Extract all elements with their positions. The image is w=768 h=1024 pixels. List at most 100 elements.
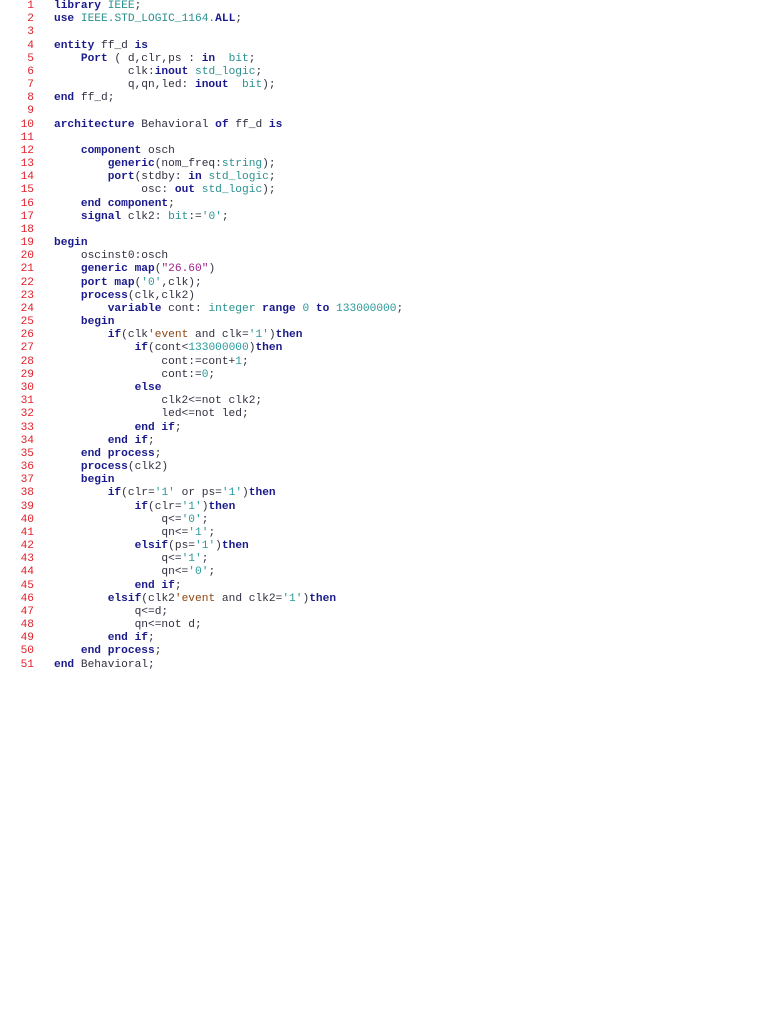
line-number: 4 xyxy=(27,39,34,52)
keyword-token: signal xyxy=(80,210,122,223)
line-source: end process; xyxy=(54,448,162,461)
code-line: 43 q<='1'; xyxy=(0,553,403,566)
code-line: 11 xyxy=(0,132,403,145)
text-token: ; xyxy=(268,171,276,184)
text-token: ; xyxy=(208,526,216,539)
line-number: 48 xyxy=(20,619,34,632)
text-token: q<= xyxy=(54,513,182,526)
text-token: ; xyxy=(396,302,404,315)
keyword-token: end process xyxy=(80,645,155,658)
text-token: (clr= xyxy=(121,487,155,500)
line-source: end component; xyxy=(54,198,175,211)
text-token: q<= xyxy=(54,553,182,566)
code-line: 9 xyxy=(0,105,403,118)
line-number: 41 xyxy=(20,526,34,539)
text-token: ; xyxy=(174,421,182,434)
code-line: 7 q,qn,led: inout bit); xyxy=(0,79,403,92)
text-token: cont:= xyxy=(54,368,202,381)
keyword-token: ALL xyxy=(215,13,236,26)
text-token: (clk2 xyxy=(141,592,175,605)
keyword-token: end component xyxy=(80,197,169,210)
literal-token: '0' xyxy=(181,513,202,526)
code-line: 2 use IEEE.STD_LOGIC_1164.ALL; xyxy=(0,13,403,26)
line-source: component osch xyxy=(54,145,175,158)
line-source: if(clk'event and clk='1')then xyxy=(54,329,303,342)
text-token: Behavioral xyxy=(134,118,216,131)
code-line: 12 component osch xyxy=(0,145,403,158)
line-source: if(clr='1' or ps='1')then xyxy=(54,487,276,500)
line-source: generic map("26.60") xyxy=(54,263,215,276)
line-source: osc: out std_logic); xyxy=(54,184,275,197)
text-token: ff_d; xyxy=(74,92,115,105)
code-line: 13 generic(nom_freq:string); xyxy=(0,158,403,171)
text-token: (clk xyxy=(121,329,149,342)
line-source: clk2<=not clk2; xyxy=(54,395,262,408)
line-number: 36 xyxy=(20,461,34,474)
code-line: 1 library IEEE; xyxy=(0,0,403,13)
text-token: ; xyxy=(221,210,229,223)
code-line: 37 begin xyxy=(0,474,403,487)
line-number: 2 xyxy=(27,13,34,26)
type-token: bit xyxy=(228,52,249,65)
literal-token: 133000000 xyxy=(336,302,397,315)
line-source: process(clk,clk2) xyxy=(54,290,195,303)
line-number: 32 xyxy=(20,408,34,421)
text-token: ; xyxy=(208,566,216,579)
text-token: ) xyxy=(215,540,222,553)
keyword-token: if xyxy=(107,329,122,342)
code-line: 39 if(clr='1')then xyxy=(0,501,403,514)
line-source: variable cont: integer range 0 to 133000… xyxy=(54,303,403,316)
text-token: (ps= xyxy=(168,540,196,553)
line-source: end if; xyxy=(54,435,155,448)
line-source: begin xyxy=(54,474,115,487)
text-token: qn<= xyxy=(54,526,189,539)
text-token: Behavioral; xyxy=(74,658,155,671)
literal-token: '1' xyxy=(188,526,209,539)
text-token: ; xyxy=(208,368,216,381)
line-number: 3 xyxy=(27,26,34,39)
literal-token: '1' xyxy=(181,500,202,513)
text-token: ; xyxy=(248,52,256,65)
line-number: 11 xyxy=(20,131,34,144)
code-line: 29 cont:=0; xyxy=(0,369,403,382)
text-token: ) xyxy=(242,487,249,500)
line-source: qn<='0'; xyxy=(54,566,215,579)
code-line: 32 led<=not led; xyxy=(0,408,403,421)
line-number: 20 xyxy=(20,250,34,263)
text-token: (clk,clk2) xyxy=(127,289,195,302)
line-number: 38 xyxy=(20,487,34,500)
text-token: ; xyxy=(148,434,155,447)
line-number: 16 xyxy=(20,197,34,210)
keyword-token: elsif xyxy=(107,592,142,605)
keyword-token: elsif xyxy=(134,540,169,553)
code-line: 6 clk:inout std_logic; xyxy=(0,66,403,79)
text-token: ; xyxy=(174,579,182,592)
text-token: ff_d xyxy=(228,118,269,131)
type-token: std_logic xyxy=(208,171,269,184)
text-token: (nom_freq: xyxy=(154,158,222,171)
line-number: 22 xyxy=(20,276,34,289)
type-token: IEEE xyxy=(107,0,135,12)
line-number: 9 xyxy=(27,105,34,118)
text-token: (cont< xyxy=(148,342,189,355)
type-token: integer xyxy=(208,302,256,315)
literal-token: '1' xyxy=(181,553,202,566)
line-source: end if; xyxy=(54,580,182,593)
line-number: 51 xyxy=(20,658,34,671)
keyword-token: component xyxy=(80,144,142,157)
line-number: 6 xyxy=(27,65,34,78)
text-token: clk2<=not clk2; xyxy=(54,395,263,408)
code-line: 49 end if; xyxy=(0,632,403,645)
keyword-token: port xyxy=(107,171,135,184)
line-number: 47 xyxy=(20,605,34,618)
line-source: begin xyxy=(54,316,115,329)
